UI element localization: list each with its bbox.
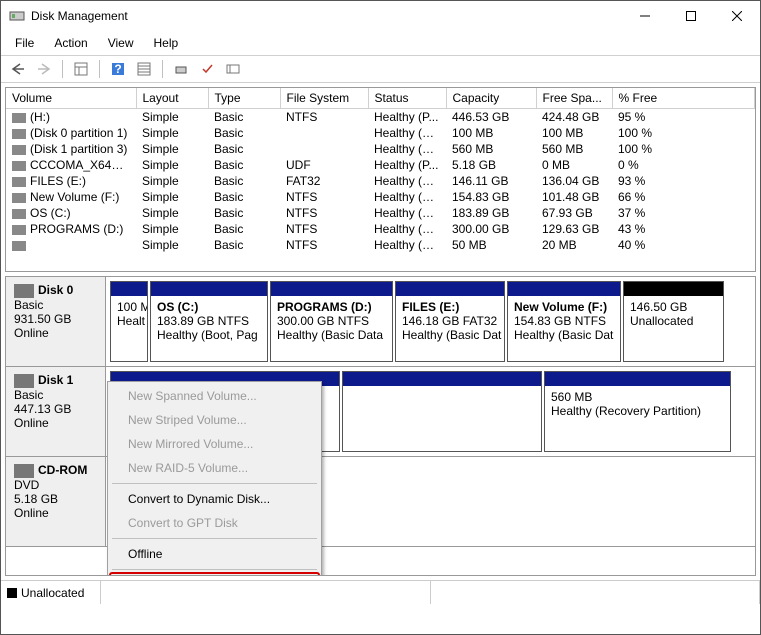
context-menu-item: New Spanned Volume... [110, 384, 319, 408]
toolbar-icon[interactable] [222, 58, 244, 80]
column-header[interactable]: Free Spa... [536, 88, 612, 109]
context-menu-item[interactable]: Convert to Dynamic Disk... [110, 487, 319, 511]
toolbar-icon[interactable] [196, 58, 218, 80]
toolbar-icon[interactable] [70, 58, 92, 80]
partition[interactable]: FILES (E:)146.18 GB FAT32Healthy (Basic … [395, 281, 505, 362]
status-bar: Unallocated [1, 580, 760, 604]
partition[interactable]: OS (C:)183.89 GB NTFSHealthy (Boot, Pag [150, 281, 268, 362]
disk-label[interactable]: Disk 1Basic447.13 GBOnline [6, 367, 106, 456]
help-icon[interactable]: ? [107, 58, 129, 80]
forward-button[interactable] [33, 58, 55, 80]
disk-label[interactable]: CD-ROMDVD5.18 GBOnline [6, 457, 106, 546]
column-header[interactable]: Capacity [446, 88, 536, 109]
toolbar-icon[interactable] [170, 58, 192, 80]
partition[interactable] [342, 371, 542, 452]
menu-action[interactable]: Action [44, 33, 97, 53]
menu-view[interactable]: View [98, 33, 144, 53]
context-menu-item[interactable]: Offline [110, 542, 319, 566]
menu-help[interactable]: Help [144, 33, 189, 53]
toolbar-icon[interactable] [133, 58, 155, 80]
volume-row[interactable]: SimpleBasicNTFSHealthy (A...50 MB20 MB40… [6, 237, 755, 253]
volume-row[interactable]: CCCOMA_X64FRE...SimpleBasicUDFHealthy (P… [6, 157, 755, 173]
context-menu-item: New RAID-5 Volume... [110, 456, 319, 480]
back-button[interactable] [7, 58, 29, 80]
partition[interactable]: PROGRAMS (D:)300.00 GB NTFSHealthy (Basi… [270, 281, 393, 362]
toolbar: ? [1, 55, 760, 83]
volume-row[interactable]: OS (C:)SimpleBasicNTFSHealthy (B...183.8… [6, 205, 755, 221]
column-header[interactable]: Status [368, 88, 446, 109]
context-menu-item: New Mirrored Volume... [110, 432, 319, 456]
context-menu-item: Convert to GPT Disk [110, 511, 319, 535]
column-header[interactable]: % Free [612, 88, 755, 109]
column-header[interactable]: Volume [6, 88, 136, 109]
column-header[interactable]: Type [208, 88, 280, 109]
context-menu: New Spanned Volume...New Striped Volume.… [107, 381, 322, 576]
app-icon [9, 8, 25, 24]
maximize-button[interactable] [668, 1, 714, 31]
context-menu-item[interactable]: Properties [110, 573, 319, 576]
legend-unallocated-icon [7, 588, 17, 598]
volume-row[interactable]: PROGRAMS (D:)SimpleBasicNTFSHealthy (B..… [6, 221, 755, 237]
column-header[interactable]: Layout [136, 88, 208, 109]
window-title: Disk Management [31, 9, 622, 23]
volume-row[interactable]: (Disk 1 partition 3)SimpleBasicHealthy (… [6, 141, 755, 157]
menu-file[interactable]: File [5, 33, 44, 53]
minimize-button[interactable] [622, 1, 668, 31]
volume-row[interactable]: (Disk 0 partition 1)SimpleBasicHealthy (… [6, 125, 755, 141]
disk-label[interactable]: Disk 0Basic931.50 GBOnline [6, 277, 106, 366]
column-header[interactable]: File System [280, 88, 368, 109]
legend-unallocated-label: Unallocated [21, 586, 84, 600]
volume-row[interactable]: (H:)SimpleBasicNTFSHealthy (P...446.53 G… [6, 109, 755, 126]
disk-layout-pane[interactable]: Disk 0Basic931.50 GBOnline100 MHealtOS (… [5, 276, 756, 576]
svg-text:?: ? [114, 62, 121, 76]
partition[interactable]: New Volume (F:)154.83 GB NTFSHealthy (Ba… [507, 281, 621, 362]
volume-row[interactable]: FILES (E:)SimpleBasicFAT32Healthy (B...1… [6, 173, 755, 189]
volume-row[interactable]: New Volume (F:)SimpleBasicNTFSHealthy (B… [6, 189, 755, 205]
partition[interactable]: 560 MBHealthy (Recovery Partition) [544, 371, 731, 452]
close-button[interactable] [714, 1, 760, 31]
disk-row: Disk 0Basic931.50 GBOnline100 MHealtOS (… [6, 277, 755, 367]
title-bar: Disk Management [1, 1, 760, 31]
partition[interactable]: 100 MHealt [110, 281, 148, 362]
volume-list[interactable]: VolumeLayoutTypeFile SystemStatusCapacit… [5, 87, 756, 272]
partition[interactable]: 146.50 GBUnallocated [623, 281, 724, 362]
context-menu-item: New Striped Volume... [110, 408, 319, 432]
menu-bar: File Action View Help [1, 31, 760, 55]
